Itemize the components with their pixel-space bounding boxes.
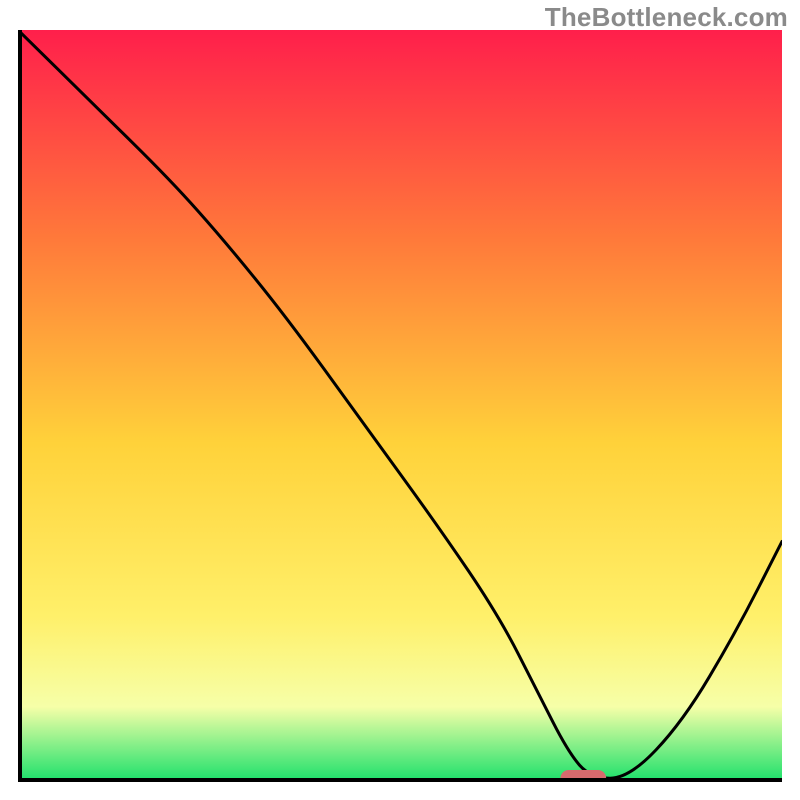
optimum-marker	[560, 770, 606, 782]
watermark-text: TheBottleneck.com	[545, 2, 788, 33]
plot-svg	[18, 30, 782, 782]
chart-frame: TheBottleneck.com	[0, 0, 800, 800]
plot-area	[18, 30, 782, 782]
